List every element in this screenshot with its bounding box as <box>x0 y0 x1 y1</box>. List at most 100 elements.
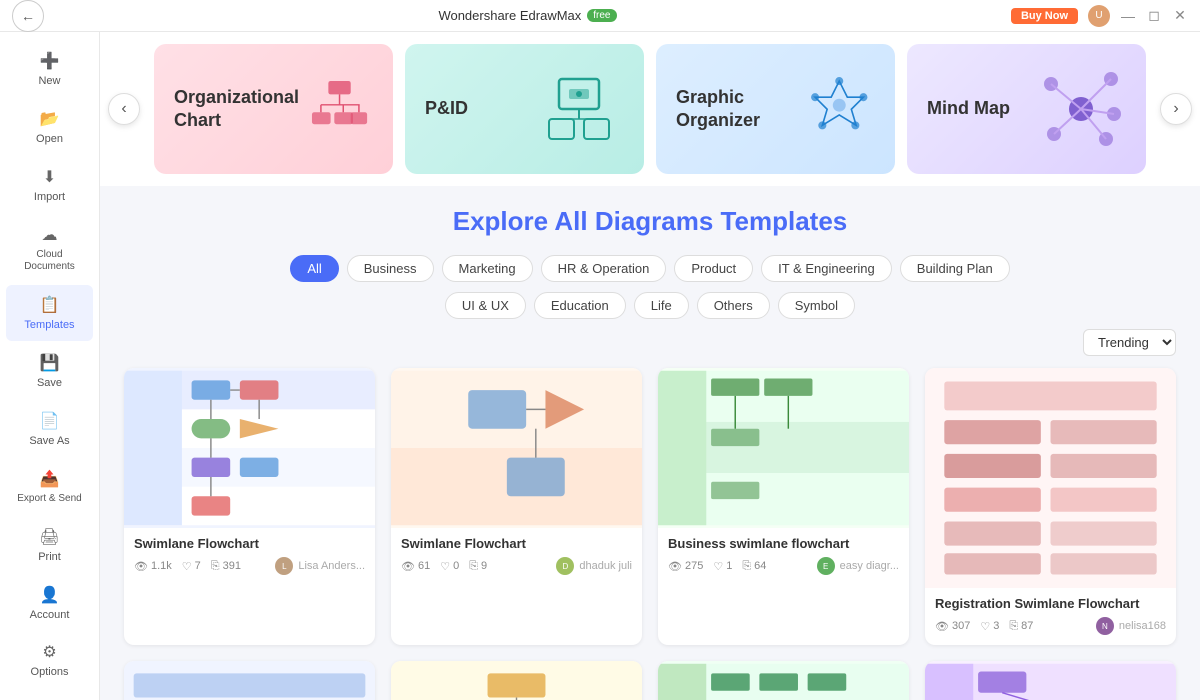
hero-card-graphic[interactable]: Graphic Organizer <box>656 44 895 174</box>
heart-icon-4: ♡ <box>980 620 990 633</box>
template-thumb-4 <box>925 368 1176 588</box>
hero-card-mind-title: Mind Map <box>927 97 1010 120</box>
new-icon: ➕ <box>40 51 60 71</box>
sidebar-label-export: Export & Send <box>17 493 81 505</box>
stat-copies-3: ⎘ 64 <box>742 560 766 573</box>
filter-life[interactable]: Life <box>634 292 689 319</box>
explore-title-highlight: All Diagrams Templates <box>554 206 847 236</box>
template-card-3[interactable]: Business swimlane flowchart 👁 275 ♡ 1 <box>658 368 909 645</box>
stat-copies-2: ⎘ 9 <box>469 560 487 573</box>
stat-likes-3: ♡ 1 <box>713 560 732 573</box>
filter-marketing[interactable]: Marketing <box>442 255 533 282</box>
hero-card-graphic-title: Graphic Organizer <box>676 86 803 133</box>
template-card-5[interactable]: College Management for XYZ School <box>124 661 375 700</box>
templates-icon: 📋 <box>40 295 60 315</box>
filter-product[interactable]: Product <box>674 255 753 282</box>
close-icon[interactable]: ✕ <box>1172 8 1188 24</box>
sidebar-item-save[interactable]: 💾 Save <box>6 343 93 399</box>
template-stats-left-2: 👁 61 ♡ 0 ⎘ 9 <box>401 560 487 573</box>
template-name-3: Business swimlane flowchart <box>668 536 899 551</box>
sidebar-item-account[interactable]: 👤 Account <box>6 575 93 631</box>
heart-icon-3: ♡ <box>713 560 723 573</box>
hero-card-mind[interactable]: Mind Map <box>907 44 1146 174</box>
export-icon: 📤 <box>40 469 60 489</box>
sidebar-bottom: 👤 Account ⚙ Options <box>0 574 99 697</box>
sidebar-label-save: Save <box>37 377 62 389</box>
carousel-prev[interactable]: ‹ <box>108 93 140 125</box>
author-name-3: easy diagr... <box>840 560 899 572</box>
likes-count-1: 7 <box>195 560 201 572</box>
filter-others[interactable]: Others <box>697 292 770 319</box>
main-layout: ➕ New 📂 Open ⬇ Import ☁ Cloud Documents … <box>0 32 1200 700</box>
template-author-4: N nelisa168 <box>1096 617 1166 635</box>
sidebar-item-print[interactable]: 🖨 Print <box>6 517 93 573</box>
copies-count-1: 391 <box>223 560 241 572</box>
filter-it[interactable]: IT & Engineering <box>761 255 892 282</box>
template-grid: Swimlane Flowchart 👁 1.1k ♡ 7 <box>100 368 1200 700</box>
buy-now-button[interactable]: Buy Now <box>1011 8 1078 24</box>
template-card-2[interactable]: Swimlane Flowchart 👁 61 ♡ 0 <box>391 368 642 645</box>
eye-icon-2: 👁 <box>401 560 415 573</box>
sidebar-item-open[interactable]: 📂 Open <box>6 99 93 155</box>
sidebar-item-new[interactable]: ➕ New <box>6 41 93 97</box>
template-stats-1: 👁 1.1k ♡ 7 ⎘ 391 <box>134 557 365 575</box>
template-card-1[interactable]: Swimlane Flowchart 👁 1.1k ♡ 7 <box>124 368 375 645</box>
hero-card-mind-img <box>1036 64 1126 154</box>
sidebar-label-print: Print <box>38 551 61 563</box>
sort-select[interactable]: Trending Newest Popular <box>1083 329 1176 356</box>
sidebar-item-templates[interactable]: 📋 Templates <box>6 285 93 341</box>
template-stats-4: 👁 307 ♡ 3 ⎘ 87 <box>935 617 1166 635</box>
author-avatar-2: D <box>556 557 574 575</box>
copies-count-4: 87 <box>1021 620 1033 632</box>
filter-symbol[interactable]: Symbol <box>778 292 855 319</box>
app-badge: free <box>587 9 616 22</box>
stat-likes-1: ♡ 7 <box>182 560 201 573</box>
eye-icon-4: 👁 <box>935 620 949 633</box>
filter-hr[interactable]: HR & Operation <box>541 255 667 282</box>
sidebar-item-cloud[interactable]: ☁ Cloud Documents <box>6 215 93 283</box>
explore-section: Explore All Diagrams Templates All Busin… <box>100 186 1200 319</box>
template-name-1: Swimlane Flowchart <box>134 536 365 551</box>
content-area: ‹ Organizational Chart <box>100 32 1200 700</box>
template-info-4: Registration Swimlane Flowchart 👁 307 ♡ … <box>925 588 1176 645</box>
sidebar-item-saveas[interactable]: 📄 Save As <box>6 401 93 457</box>
stat-views-1: 👁 1.1k <box>134 560 172 573</box>
saveas-icon: 📄 <box>40 411 60 431</box>
sidebar-label-account: Account <box>30 609 70 621</box>
filter-building[interactable]: Building Plan <box>900 255 1010 282</box>
template-thumb-8 <box>925 661 1176 700</box>
template-author-1: L Lisa Anders... <box>275 557 365 575</box>
stat-views-3: 👁 275 <box>668 560 703 573</box>
eye-icon-1: 👁 <box>134 560 148 573</box>
copy-icon-1: ⎘ <box>211 560 220 573</box>
sidebar-label-import: Import <box>34 191 65 203</box>
stat-copies-1: ⎘ 391 <box>211 560 241 573</box>
filter-row-2: UI & UX Education Life Others Symbol <box>124 292 1176 319</box>
hero-card-pid[interactable]: P&ID <box>405 44 644 174</box>
hero-card-org-img <box>306 64 373 154</box>
carousel-next[interactable]: › <box>1160 93 1192 125</box>
hero-card-org[interactable]: Organizational Chart <box>154 44 393 174</box>
template-name-4: Registration Swimlane Flowchart <box>935 596 1166 611</box>
template-card-8[interactable]: Swimlane Flowchart <box>925 661 1176 700</box>
minimize-icon[interactable]: — <box>1120 8 1136 24</box>
filter-ui[interactable]: UI & UX <box>445 292 526 319</box>
template-card-7[interactable]: Project Swimlane <box>658 661 909 700</box>
sidebar-item-import[interactable]: ⬇ Import <box>6 157 93 213</box>
sidebar-item-export[interactable]: 📤 Export & Send <box>6 459 93 515</box>
heart-icon-1: ♡ <box>182 560 192 573</box>
user-avatar[interactable]: U <box>1088 5 1110 27</box>
hero-carousel: ‹ Organizational Chart <box>100 32 1200 186</box>
author-name-4: nelisa168 <box>1119 620 1166 632</box>
template-card-4[interactable]: Registration Swimlane Flowchart 👁 307 ♡ … <box>925 368 1176 645</box>
filter-education[interactable]: Education <box>534 292 626 319</box>
filter-business[interactable]: Business <box>347 255 434 282</box>
stat-views-2: 👁 61 <box>401 560 430 573</box>
restore-icon[interactable]: ◻ <box>1146 8 1162 24</box>
filter-all[interactable]: All <box>290 255 338 282</box>
back-button[interactable]: ← <box>12 0 44 32</box>
eye-icon-3: 👁 <box>668 560 682 573</box>
template-card-6[interactable]: Process Flowchart <box>391 661 642 700</box>
sidebar-item-options[interactable]: ⚙ Options <box>6 632 93 688</box>
sidebar-label-options: Options <box>31 666 69 678</box>
